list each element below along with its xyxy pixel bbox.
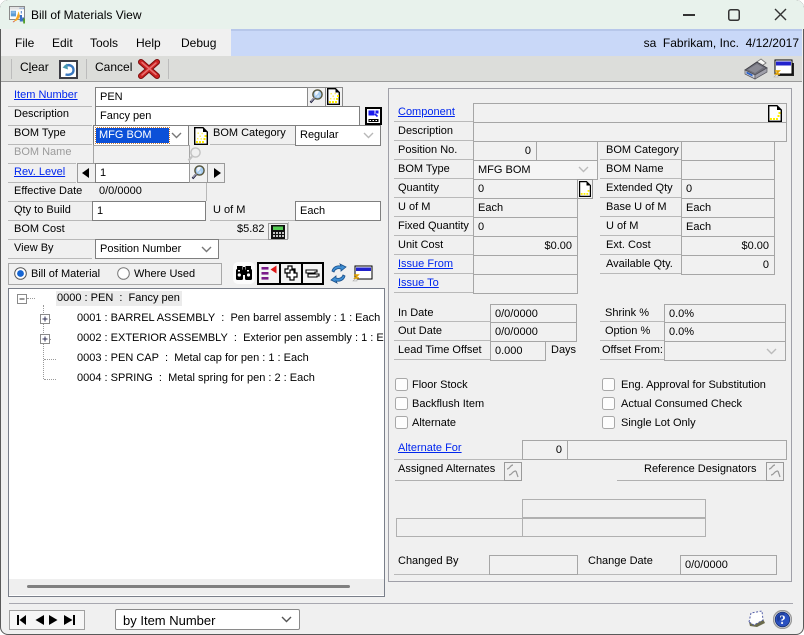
svg-text:?: ? <box>779 613 785 627</box>
